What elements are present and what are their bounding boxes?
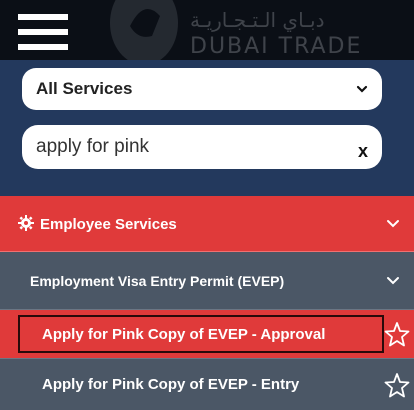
hamburger-menu-icon[interactable]	[18, 14, 68, 54]
page: دبـاي الـتـجـاريـة DUBAI TRADE All Servi…	[0, 0, 414, 410]
chevron-down-icon	[387, 276, 399, 284]
section-header: Employee Services	[18, 214, 177, 233]
service-select[interactable]: All Services	[22, 68, 382, 110]
subsection-evep[interactable]: Employment Visa Entry Permit (EVEP)	[0, 252, 414, 310]
clear-search-button[interactable]: x	[358, 141, 368, 162]
gear-icon	[18, 214, 34, 231]
star-outline-icon[interactable]	[384, 321, 410, 347]
chevron-down-icon	[356, 85, 368, 93]
search-input-value: apply for pink	[36, 136, 150, 157]
search-input[interactable]: apply for pink x	[22, 125, 382, 169]
section-label: Employee Services	[40, 215, 177, 233]
star-outline-icon[interactable]	[384, 372, 410, 398]
service-select-value: All Services	[36, 79, 133, 98]
list-item-pink-copy-approval[interactable]: Apply for Pink Copy of EVEP - Approval	[0, 310, 414, 358]
selection-highlight	[18, 315, 384, 353]
search-panel: All Services apply for pink x	[0, 60, 414, 196]
service-menu: Employee Services Employment Visa Entry …	[0, 196, 414, 410]
section-employee-services[interactable]: Employee Services	[0, 196, 414, 252]
list-item-label: Apply for Pink Copy of EVEP - Entry	[42, 376, 300, 393]
logo-arabic-text: دبـاي الـتـجـاريـة	[190, 8, 325, 32]
dubai-trade-logo-icon	[110, 0, 178, 60]
subsection-label: Employment Visa Entry Permit (EVEP)	[30, 272, 285, 289]
top-bar: دبـاي الـتـجـاريـة DUBAI TRADE	[0, 0, 414, 60]
logo-english-text: DUBAI TRADE	[190, 34, 363, 59]
list-item-pink-copy-entry[interactable]: Apply for Pink Copy of EVEP - Entry	[0, 358, 414, 410]
chevron-down-icon	[387, 219, 399, 227]
